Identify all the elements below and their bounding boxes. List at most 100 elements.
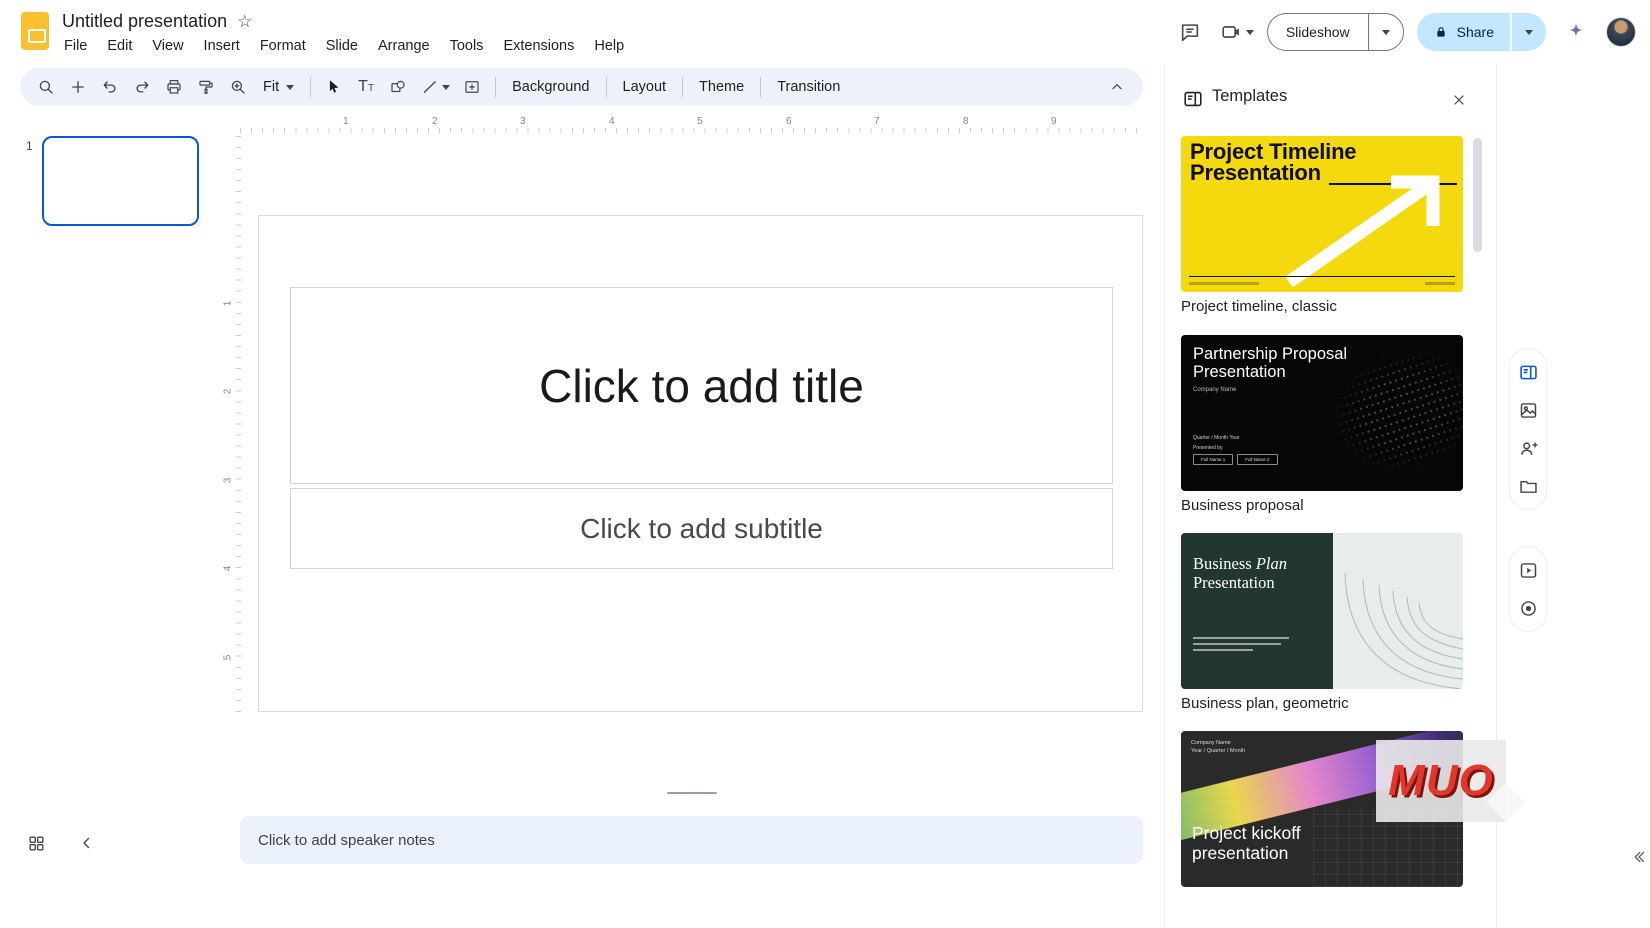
zoom-button[interactable] (223, 72, 253, 102)
share-label: Share (1457, 24, 1494, 40)
menu-help[interactable]: Help (584, 35, 634, 57)
slideshow-options-button[interactable] (1368, 13, 1404, 51)
toolbar-separator (495, 77, 496, 97)
doc-title-row: Untitled presentation ☆ (62, 11, 252, 32)
photos-rail-button[interactable] (1516, 398, 1540, 422)
ruler-number: 1 (343, 116, 349, 127)
text-line-graphic (1193, 649, 1253, 651)
chevron-down-icon (1246, 30, 1254, 35)
contacts-rail-button[interactable] (1516, 436, 1540, 460)
present-rail-button[interactable] (1516, 558, 1540, 582)
slide-thumbnail-1[interactable] (42, 136, 199, 226)
notes-resize-handle[interactable] (667, 792, 717, 794)
name-chip: Full Name 2 (1237, 454, 1277, 465)
line-tool-button[interactable] (415, 72, 455, 102)
doc-title[interactable]: Untitled presentation (62, 11, 227, 32)
ruler-ticks (236, 134, 241, 712)
chevron-down-icon (286, 85, 294, 90)
slide-canvas[interactable]: Click to add title Click to add subtitle (258, 215, 1143, 712)
menu-arrange[interactable]: Arrange (368, 35, 440, 57)
new-slide-button[interactable] (63, 72, 93, 102)
avatar[interactable] (1606, 17, 1636, 47)
speaker-notes[interactable]: Click to add speaker notes (240, 816, 1143, 864)
watermark-text: MUO (1388, 756, 1494, 806)
menu-format[interactable]: Format (250, 35, 316, 57)
person-add-icon (1518, 438, 1539, 459)
name-chip: Full Name 1 (1193, 454, 1233, 465)
search-menus-button[interactable] (31, 72, 61, 102)
insert-placeholder-icon (463, 78, 481, 96)
teal-panel-graphic: Business Plan Presentation (1181, 533, 1333, 689)
slides-logo-icon[interactable] (21, 12, 49, 50)
menu-extensions[interactable]: Extensions (493, 35, 584, 57)
panel-scrollbar[interactable] (1473, 138, 1482, 252)
text-line-graphic (1193, 637, 1289, 639)
chevron-down-icon (1525, 30, 1533, 35)
hide-side-panel-button[interactable] (1630, 848, 1648, 871)
share-group: Share (1417, 13, 1546, 51)
layout-button[interactable]: Layout (614, 72, 676, 102)
muo-watermark: MUO (1376, 740, 1506, 822)
gemini-button[interactable] (1559, 15, 1593, 49)
ruler-ticks (240, 128, 1143, 133)
star-icon[interactable]: ☆ (237, 13, 252, 30)
toolbar: Fit TT Background Layout Theme Transitio… (20, 68, 1143, 106)
fineprint-graphic (1425, 282, 1455, 285)
header: Untitled presentation ☆ File Edit View I… (0, 0, 1650, 64)
play-box-icon (1518, 560, 1539, 581)
record-rail-button[interactable] (1516, 596, 1540, 620)
curve-graphic (1327, 533, 1463, 689)
cursor-icon (325, 78, 343, 96)
templates-rail-button[interactable] (1516, 360, 1540, 384)
menu-file[interactable]: File (54, 35, 97, 57)
slideshow-button[interactable]: Slideshow (1267, 13, 1368, 51)
share-button[interactable]: Share (1417, 13, 1510, 51)
menu-slide[interactable]: Slide (316, 35, 368, 57)
ruler-number: 2 (222, 389, 233, 395)
toolbar-separator (310, 77, 311, 97)
ruler-number: 2 (432, 116, 438, 127)
double-chevron-left-icon (1630, 848, 1648, 866)
slideshow-label: Slideshow (1286, 24, 1350, 40)
toolbar-collapse-button[interactable] (1102, 72, 1132, 102)
menu-insert[interactable]: Insert (194, 35, 250, 57)
template-card-business-plan[interactable]: Business Plan Presentation (1181, 533, 1463, 689)
template-card-project-timeline[interactable]: Project Timeline Presentation (1181, 136, 1463, 292)
shapes-icon (389, 78, 407, 96)
paint-format-button[interactable] (191, 72, 221, 102)
background-button[interactable]: Background (503, 72, 598, 102)
undo-button[interactable] (95, 72, 125, 102)
menubar: File Edit View Insert Format Slide Arran… (54, 35, 634, 57)
folder-rail-button[interactable] (1516, 474, 1540, 498)
share-options-button[interactable] (1512, 13, 1546, 51)
filmstrip-collapse-button[interactable] (78, 834, 96, 857)
redo-icon (133, 78, 151, 96)
template-card-partnership-proposal[interactable]: Partnership Proposal Presentation Compan… (1181, 335, 1463, 491)
vertical-ruler: 1 2 3 4 5 (224, 134, 241, 712)
menu-edit[interactable]: Edit (97, 35, 142, 57)
title-placeholder[interactable]: Click to add title (290, 287, 1113, 484)
text-box-tool-button[interactable]: TT (351, 72, 381, 102)
grid-view-button[interactable] (27, 834, 46, 858)
arrow-graphic (1181, 136, 1463, 292)
sparkle-icon (1564, 20, 1588, 44)
shape-tool-button[interactable] (383, 72, 413, 102)
panel-close-button[interactable] (1444, 85, 1474, 115)
template-preview-meta: Company Name Year / Quarter / Month (1191, 739, 1245, 756)
side-rail-bottom (1509, 546, 1547, 632)
insert-placeholder-button[interactable] (457, 72, 487, 102)
select-tool-button[interactable] (319, 72, 349, 102)
chevron-down-icon (442, 85, 450, 90)
theme-button[interactable]: Theme (690, 72, 753, 102)
print-button[interactable] (159, 72, 189, 102)
menu-tools[interactable]: Tools (440, 35, 494, 57)
zoom-select[interactable]: Fit (254, 72, 303, 102)
ruler-number: 5 (222, 655, 233, 661)
template-preview-title: Business Plan Presentation (1193, 555, 1287, 593)
redo-button[interactable] (127, 72, 157, 102)
subtitle-placeholder[interactable]: Click to add subtitle (290, 488, 1113, 569)
comments-button[interactable] (1173, 15, 1207, 49)
join-call-button[interactable] (1220, 21, 1254, 43)
menu-view[interactable]: View (142, 35, 193, 57)
transition-button[interactable]: Transition (768, 72, 849, 102)
